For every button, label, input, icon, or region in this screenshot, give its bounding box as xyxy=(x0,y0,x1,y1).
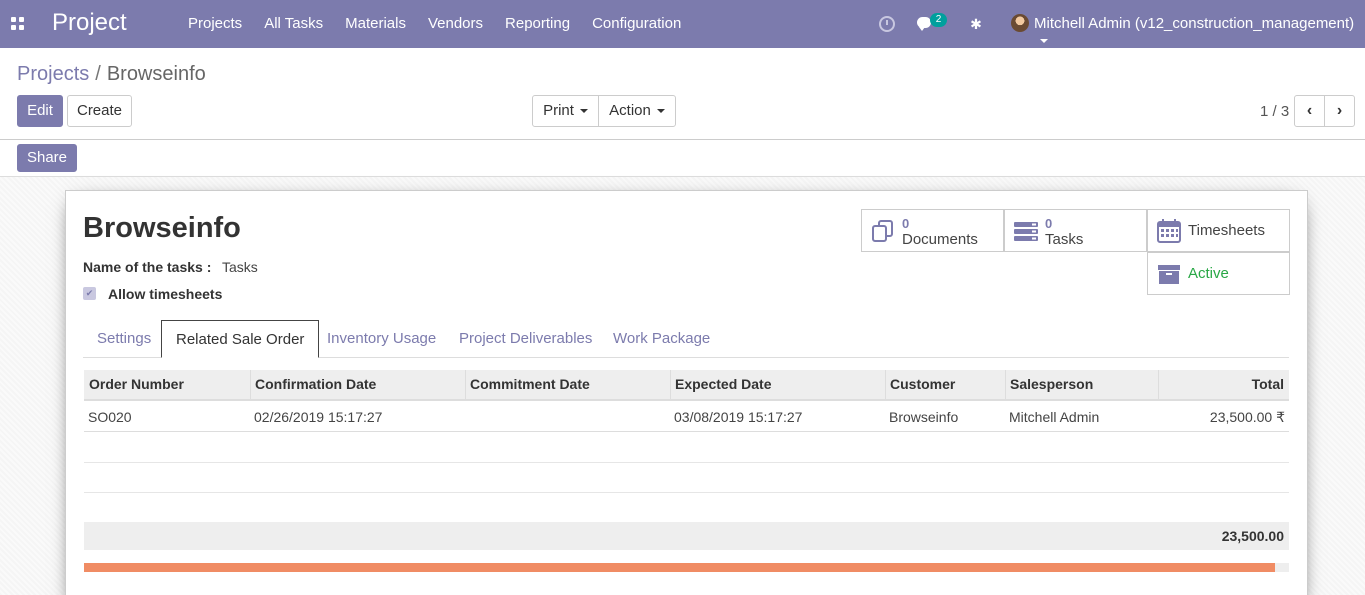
empty-row xyxy=(84,433,1289,463)
control-panel: Projects / Browseinfo Edit Create Print Ac… xyxy=(0,48,1365,140)
documents-icon xyxy=(872,220,893,242)
archive-icon xyxy=(1158,265,1180,284)
chevron-right-icon: › xyxy=(1336,102,1343,119)
share-button[interactable]: Share xyxy=(17,144,77,172)
statusbar: Share xyxy=(0,140,1365,177)
menu-vendors[interactable]: Vendors xyxy=(417,0,494,48)
chevron-down-icon xyxy=(656,109,665,114)
cell-order-number: SO020 xyxy=(88,409,132,425)
cell-expected-date: 03/08/2019 15:17:27 xyxy=(674,409,803,425)
action-label: Action xyxy=(609,102,651,119)
pager-next-button[interactable]: › xyxy=(1324,95,1355,127)
print-dropdown[interactable]: Print xyxy=(532,95,599,127)
documents-count: 0 xyxy=(902,216,910,231)
tasks-label: Tasks xyxy=(1045,231,1084,248)
user-avatar[interactable] xyxy=(1011,14,1029,32)
breadcrumb: Projects / Browseinfo xyxy=(17,63,206,86)
cell-confirmation-date: 02/26/2019 15:17:27 xyxy=(254,409,383,425)
active-label: Active xyxy=(1188,265,1229,282)
allow-timesheets-label: Allow timesheets xyxy=(108,286,223,302)
activity-clock-icon[interactable] xyxy=(879,16,895,32)
breadcrumb-separator: / xyxy=(95,63,101,85)
col-commitment-date[interactable]: Commitment Date xyxy=(465,370,671,399)
top-navbar: Project Projects All Tasks Materials Ven… xyxy=(0,0,1365,48)
name-of-tasks-value: Tasks xyxy=(222,259,258,275)
record-title: Browseinfo xyxy=(83,212,241,244)
documents-smart-button[interactable]: 0 Documents xyxy=(861,209,1004,252)
footer-total: 23,500.00 xyxy=(1221,528,1284,544)
menu-projects[interactable]: Projects xyxy=(177,0,253,48)
breadcrumb-current: Browseinfo xyxy=(106,63,206,85)
user-menu[interactable]: Mitchell Admin (v12_construction_managem… xyxy=(1034,15,1365,49)
tab-work-package[interactable]: Work Package xyxy=(613,320,710,358)
table-footer: 23,500.00 xyxy=(84,522,1289,550)
user-name: Mitchell Admin (v12_construction_managem… xyxy=(1034,15,1355,32)
breadcrumb-projects-link[interactable]: Projects xyxy=(17,63,89,85)
tab-project-deliverables[interactable]: Project Deliverables xyxy=(459,320,592,358)
col-total[interactable]: Total xyxy=(1158,370,1289,399)
tab-inventory-usage[interactable]: Inventory Usage xyxy=(327,320,436,358)
horizontal-scrollbar-track[interactable] xyxy=(84,563,1289,572)
debug-bug-icon[interactable]: ✱ xyxy=(969,15,983,33)
tasks-smart-button[interactable]: 0 Tasks xyxy=(1004,209,1147,252)
name-of-tasks-label: Name of the tasks : xyxy=(83,259,212,275)
cell-customer: Browseinfo xyxy=(889,409,959,425)
messages-chat-icon[interactable] xyxy=(917,17,931,31)
cell-salesperson: Mitchell Admin xyxy=(1009,409,1100,425)
col-order-number[interactable]: Order Number xyxy=(84,370,251,399)
pager-previous-button[interactable]: ‹ xyxy=(1294,95,1325,127)
pager-value[interactable]: 1 / 3 xyxy=(1260,103,1289,120)
col-customer[interactable]: Customer xyxy=(885,370,1006,399)
chevron-down-icon xyxy=(1040,39,1048,44)
active-toggle-button[interactable]: Active xyxy=(1147,252,1290,295)
menu-materials[interactable]: Materials xyxy=(334,0,417,48)
timesheets-smart-button[interactable]: Timesheets xyxy=(1147,209,1290,252)
calendar-icon xyxy=(1157,219,1181,243)
cell-total: 23,500.00 ₹ xyxy=(1209,409,1285,425)
col-confirmation-date[interactable]: Confirmation Date xyxy=(250,370,466,399)
apps-menu-icon[interactable] xyxy=(11,17,25,31)
notebook-tabs: Settings Related Sale Order Inventory Us… xyxy=(83,320,1289,358)
messages-count-badge: 2 xyxy=(930,13,947,27)
tasks-icon xyxy=(1014,222,1038,241)
allow-timesheets-checkbox[interactable]: ✔ xyxy=(83,287,96,300)
print-label: Print xyxy=(543,102,574,119)
col-expected-date[interactable]: Expected Date xyxy=(670,370,886,399)
empty-row xyxy=(84,493,1289,523)
empty-row xyxy=(84,463,1289,493)
app-brand[interactable]: Project xyxy=(52,9,127,37)
create-button[interactable]: Create xyxy=(67,95,132,127)
tab-settings[interactable]: Settings xyxy=(97,320,151,358)
chevron-down-icon xyxy=(579,109,588,114)
tasks-count: 0 xyxy=(1045,216,1053,231)
horizontal-scrollbar-thumb[interactable] xyxy=(84,563,1275,572)
edit-button[interactable]: Edit xyxy=(17,95,63,127)
documents-label: Documents xyxy=(902,231,978,248)
timesheets-label: Timesheets xyxy=(1188,222,1265,239)
chevron-left-icon: ‹ xyxy=(1306,102,1313,119)
action-dropdown[interactable]: Action xyxy=(598,95,676,127)
menu-all-tasks[interactable]: All Tasks xyxy=(253,0,334,48)
col-salesperson[interactable]: Salesperson xyxy=(1005,370,1159,399)
table-row[interactable]: SO020 02/26/2019 15:17:27 03/08/2019 15:… xyxy=(84,402,1289,432)
menu-reporting[interactable]: Reporting xyxy=(494,0,581,48)
menu-configuration[interactable]: Configuration xyxy=(581,0,692,48)
tab-related-sale-order[interactable]: Related Sale Order xyxy=(161,320,320,358)
main-menu: Projects All Tasks Materials Vendors Rep… xyxy=(177,0,692,48)
table-header: Order Number Confirmation Date Commitmen… xyxy=(84,370,1289,401)
